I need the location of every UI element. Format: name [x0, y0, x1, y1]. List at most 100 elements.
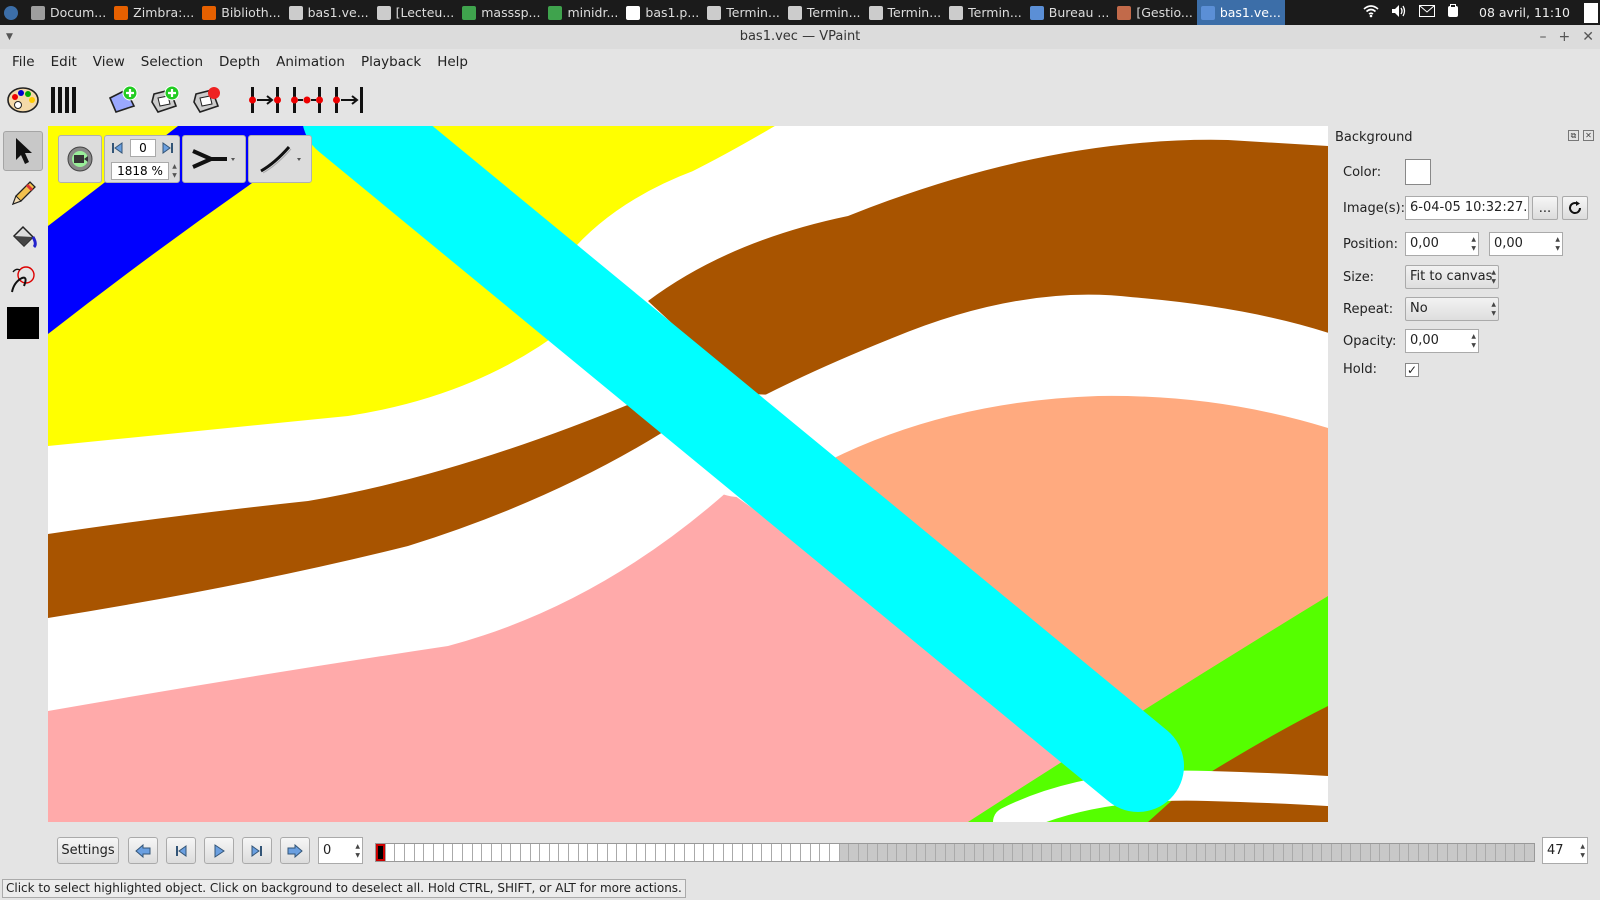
frame-cell[interactable] [579, 844, 589, 861]
motion-paste-icon[interactable] [246, 80, 284, 120]
zoom-spinner[interactable]: ▲ ▼ [170, 162, 179, 180]
frame-cell[interactable] [733, 844, 743, 861]
frame-cell[interactable] [1505, 844, 1516, 861]
menu-view[interactable]: View [85, 54, 133, 70]
show-desktop-button[interactable] [1584, 2, 1598, 23]
clock[interactable]: 08 avril, 11:10 [1479, 5, 1570, 20]
frame-cell[interactable] [695, 844, 705, 861]
menu-playback[interactable]: Playback [353, 54, 429, 70]
camera-settings-icon[interactable] [58, 135, 102, 183]
taskbar-item[interactable]: Termin... [945, 0, 1026, 25]
menu-depth[interactable]: Depth [211, 54, 268, 70]
frame-cell[interactable] [1447, 844, 1458, 861]
last-frame-spinner[interactable]: ▲ ▼ [1580, 842, 1585, 860]
frame-cell[interactable] [521, 844, 531, 861]
frame-cell[interactable] [1129, 844, 1139, 861]
frame-cell[interactable] [762, 844, 772, 861]
vertex-mode-button[interactable] [182, 135, 246, 183]
frame-cell[interactable] [849, 844, 859, 861]
frame-cell[interactable] [656, 844, 666, 861]
frame-cell[interactable] [598, 844, 608, 861]
maximize-button[interactable]: + [1559, 25, 1571, 49]
first-frame-button-icon[interactable] [166, 837, 196, 864]
palette-icon[interactable] [4, 80, 42, 120]
menu-animation[interactable]: Animation [268, 54, 353, 70]
frame-cell[interactable] [897, 844, 908, 861]
frame-cell[interactable] [473, 844, 483, 861]
frame-cell[interactable] [830, 844, 840, 861]
frame-cell[interactable] [1109, 844, 1120, 861]
create-inbetween-face-icon[interactable] [104, 80, 142, 120]
menu-help[interactable]: Help [429, 54, 476, 70]
frame-cell[interactable] [424, 844, 434, 861]
volume-icon[interactable] [1391, 4, 1407, 21]
sculpt-tool-icon[interactable] [3, 260, 43, 300]
frame-cell[interactable] [646, 844, 657, 861]
menu-file[interactable]: File [4, 54, 43, 70]
frame-cell[interactable] [502, 844, 512, 861]
position-x-input[interactable]: 0,00 ▲ ▼ [1405, 232, 1479, 256]
frame-cell[interactable] [984, 844, 994, 861]
vector-drawing[interactable] [48, 126, 1328, 822]
frame-cell[interactable] [820, 844, 830, 861]
frame-cell[interactable] [1032, 844, 1043, 861]
frame-cell[interactable] [1438, 844, 1448, 861]
taskbar-item[interactable]: bas1.ve... [285, 0, 373, 25]
panel-close-icon[interactable]: ✕ [1583, 130, 1594, 141]
taskbar-item[interactable]: [Gestio... [1113, 0, 1197, 25]
taskbar-item[interactable]: minidr... [544, 0, 622, 25]
frame-cell[interactable] [704, 844, 714, 861]
frame-cell[interactable] [1428, 844, 1439, 861]
frame-cell[interactable] [1061, 844, 1072, 861]
frame-cell[interactable] [1187, 844, 1197, 861]
frame-cell[interactable] [1235, 844, 1246, 861]
frame-cell[interactable] [839, 844, 850, 861]
frame-cell[interactable] [753, 844, 763, 861]
taskbar-item[interactable]: Termin... [703, 0, 784, 25]
frame-cell[interactable] [1283, 844, 1294, 861]
frame-input[interactable] [130, 139, 156, 157]
opacity-input[interactable]: 0,00 ▲ ▼ [1405, 329, 1479, 353]
frame-cell[interactable] [1013, 844, 1023, 861]
frame-cell[interactable] [531, 844, 541, 861]
frame-cell[interactable] [1486, 844, 1497, 861]
frame-cell[interactable] [1225, 844, 1236, 861]
current-frame-marker[interactable] [376, 844, 386, 861]
frame-cell[interactable] [482, 844, 492, 861]
taskbar-item[interactable]: masssp... [458, 0, 544, 25]
clipboard-icon[interactable] [1447, 4, 1459, 21]
taskbar-item[interactable]: [Lecteu... [373, 0, 459, 25]
window-menu-icon[interactable]: ▼ [6, 25, 13, 49]
frame-cell[interactable] [1080, 844, 1091, 861]
taskbar-item[interactable]: Docum... [27, 0, 110, 25]
frame-cell[interactable] [540, 844, 550, 861]
frame-cell[interactable] [569, 844, 579, 861]
frame-cell[interactable] [916, 844, 927, 861]
frame-cell[interactable] [994, 844, 1004, 861]
frame-cell[interactable] [724, 844, 734, 861]
menu-edit[interactable]: Edit [43, 54, 85, 70]
frame-cell[interactable] [1331, 844, 1342, 861]
frame-cell[interactable] [955, 844, 966, 861]
taskbar-item[interactable]: Zimbra:... [110, 0, 198, 25]
frame-cell[interactable] [637, 844, 647, 861]
repeat-select[interactable]: No ▲ ▼ [1405, 297, 1499, 321]
frame-cell[interactable] [965, 844, 975, 861]
frame-cell[interactable] [791, 844, 801, 861]
frame-cell[interactable] [444, 844, 454, 861]
frame-cell[interactable] [926, 844, 937, 861]
position-y-spinner[interactable]: ▲ ▼ [1555, 235, 1560, 253]
images-input[interactable]: 6-04-05 10:32:27.png [1405, 196, 1529, 220]
reload-icon[interactable] [1562, 196, 1588, 220]
frame-cell[interactable] [1389, 844, 1400, 861]
last-frame-icon[interactable] [159, 139, 177, 157]
frame-cell[interactable] [1496, 844, 1506, 861]
frame-cell[interactable] [1003, 844, 1014, 861]
taskbar-item[interactable]: bas1.ve... [1196, 0, 1285, 25]
frame-cell[interactable] [1177, 844, 1188, 861]
frame-cell[interactable] [1071, 844, 1081, 861]
frame-cell[interactable] [1418, 844, 1429, 861]
remove-face-icon[interactable] [188, 80, 226, 120]
menu-selection[interactable]: Selection [133, 54, 211, 70]
opacity-spinner[interactable]: ▲ ▼ [1471, 332, 1476, 350]
